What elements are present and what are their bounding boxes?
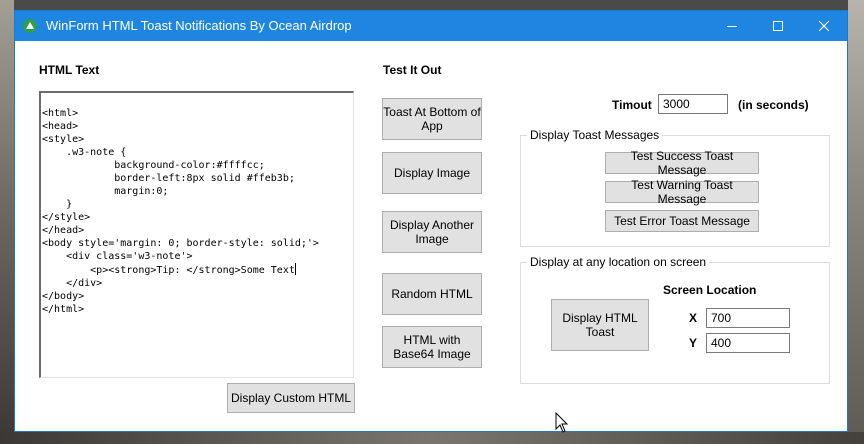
test-warning-toast-button[interactable]: Test Warning Toast Message	[605, 178, 759, 206]
code-line: </head>	[42, 225, 85, 236]
toast-messages-group: Display Toast Messages Test Success Toas…	[520, 128, 830, 247]
x-label: X	[689, 311, 698, 325]
screen-location-group: Display at any location on screen Displa…	[520, 255, 830, 384]
title-bar[interactable]: WinForm HTML Toast Notifications By Ocea…	[15, 11, 847, 41]
timeout-label: Timout	[612, 98, 652, 112]
y-label: Y	[689, 336, 698, 350]
code-line: border-left:8px solid #ffeb3b;	[42, 173, 295, 184]
y-coordinate-input[interactable]	[706, 333, 790, 353]
code-line: <body style='margin: 0; border-style: so…	[42, 238, 319, 249]
x-coordinate-input[interactable]	[706, 308, 790, 328]
code-line-with-caret: <p><strong>Tip: </strong>Some Text	[42, 263, 353, 277]
code-line: </body>	[42, 291, 85, 302]
random-html-button[interactable]: Random HTML	[382, 273, 482, 315]
timeout-unit-label: (in seconds)	[738, 98, 809, 112]
code-line: <style>	[42, 134, 85, 145]
code-line: background-color:#ffffcc;	[42, 160, 265, 171]
maximize-icon	[773, 21, 783, 31]
code-line: <div class='w3-note'>	[42, 251, 193, 262]
code-line: <head>	[42, 121, 79, 132]
code-line: .w3-note {	[42, 147, 127, 158]
toast-at-bottom-button[interactable]: Toast At Bottom of App	[382, 98, 482, 140]
code-line: margin:0;	[42, 186, 169, 197]
html-text-editor[interactable]: <html> <head> <style> .w3-note { backgro…	[39, 91, 354, 378]
display-custom-html-button[interactable]: Display Custom HTML	[227, 383, 355, 413]
code-line: </div>	[42, 278, 103, 289]
code-line: <html>	[42, 108, 79, 119]
html-with-base64-image-button[interactable]: HTML with Base64 Image	[382, 326, 482, 368]
close-button[interactable]	[801, 11, 847, 41]
minimize-icon	[727, 26, 737, 27]
app-logo-icon	[23, 19, 37, 33]
screen-location-legend: Display at any location on screen	[527, 255, 710, 269]
desktop-background-left	[0, 0, 14, 444]
desktop-background-bottom	[0, 432, 864, 444]
mouse-pointer-icon	[555, 412, 569, 433]
close-icon	[819, 21, 829, 31]
display-image-button[interactable]: Display Image	[382, 152, 482, 194]
app-window: WinForm HTML Toast Notifications By Ocea…	[14, 10, 848, 433]
display-html-toast-button[interactable]: Display HTML Toast	[551, 299, 649, 351]
code-line-text: <p><strong>Tip: </strong>Some Text	[42, 265, 295, 276]
minimize-button[interactable]	[709, 11, 755, 41]
window-title: WinForm HTML Toast Notifications By Ocea…	[46, 18, 352, 33]
text-caret	[294, 263, 296, 275]
test-error-toast-button[interactable]: Test Error Toast Message	[605, 210, 759, 232]
maximize-button[interactable]	[755, 11, 801, 41]
test-success-toast-button[interactable]: Test Success Toast Message	[605, 149, 759, 177]
code-line: </html>	[42, 304, 85, 315]
form-content: HTML Text <html> <head> <style> .w3-note…	[15, 41, 847, 433]
desktop-background-right	[848, 0, 864, 444]
toast-messages-legend: Display Toast Messages	[527, 128, 663, 142]
screen-location-heading: Screen Location	[663, 283, 757, 297]
timeout-input[interactable]	[658, 94, 728, 114]
test-it-out-heading: Test It Out	[383, 63, 442, 77]
code-line: }	[42, 199, 73, 210]
code-line: </style>	[42, 212, 91, 223]
html-text-heading: HTML Text	[39, 63, 100, 77]
display-another-image-button[interactable]: Display Another Image	[382, 211, 482, 253]
